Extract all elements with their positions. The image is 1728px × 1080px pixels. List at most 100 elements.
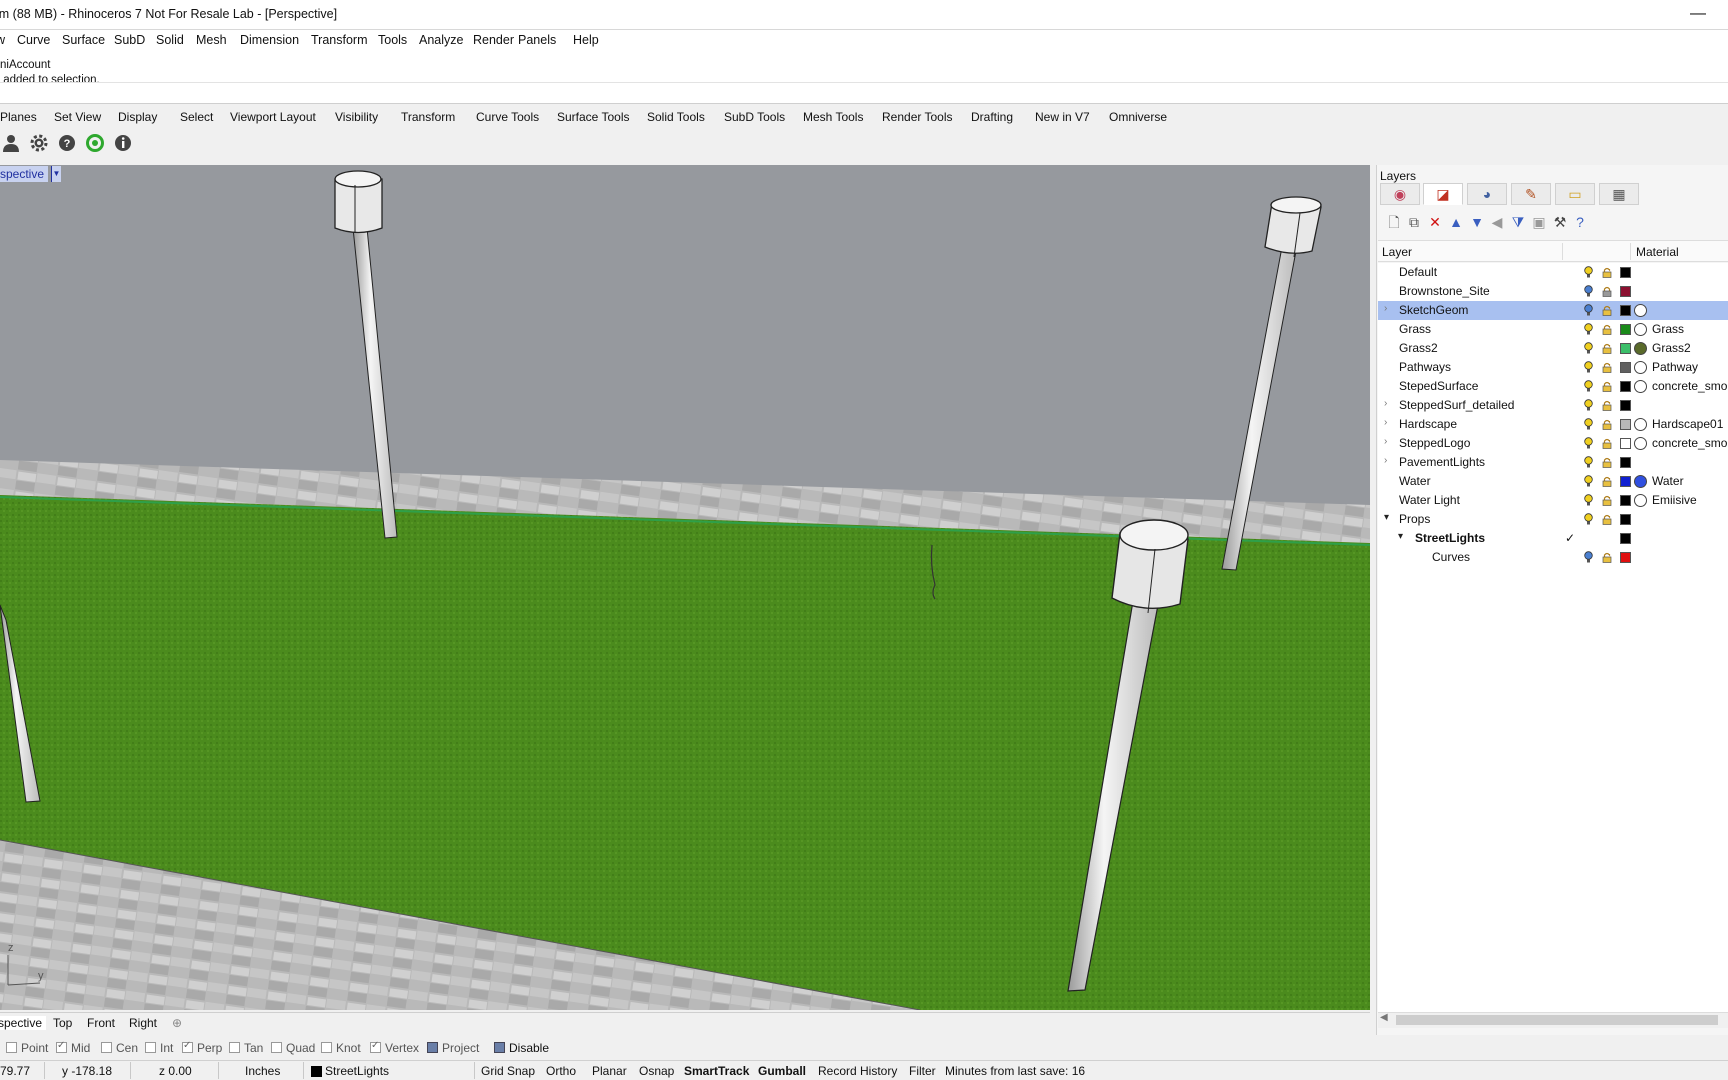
lock-icon[interactable] <box>1602 362 1612 373</box>
material-swatch-icon[interactable] <box>1634 361 1647 374</box>
menu-item[interactable]: Surface <box>62 33 105 47</box>
layer-color-swatch[interactable] <box>1620 476 1631 487</box>
layer-color-swatch[interactable] <box>1620 533 1631 544</box>
osnap-mid[interactable]: Mid <box>56 1040 90 1055</box>
material-column-header[interactable]: Material <box>1636 245 1679 259</box>
osnap-int[interactable]: Int <box>145 1041 173 1055</box>
visibility-bulb-icon[interactable] <box>1584 418 1593 431</box>
add-viewport-tab-icon[interactable]: ⊕ <box>172 1016 182 1030</box>
osnap-knot[interactable]: Knot <box>321 1041 361 1055</box>
layer-column-header[interactable]: Layer <box>1382 245 1412 259</box>
layer-color-swatch[interactable] <box>1620 514 1631 525</box>
toolbar-tab[interactable]: Solid Tools <box>647 110 705 124</box>
layer-color-swatch[interactable] <box>1620 286 1631 297</box>
gumball-toggle[interactable]: Gumball <box>758 1064 806 1078</box>
toolbar-tab[interactable]: Visibility <box>335 110 378 124</box>
expand-chevron-icon[interactable]: › <box>1384 398 1387 409</box>
lock-icon[interactable] <box>1602 514 1612 525</box>
display-icon[interactable]: ✎ <box>1511 183 1551 205</box>
osnap-toggle[interactable]: Osnap <box>639 1064 674 1078</box>
osnap-point[interactable]: Point <box>6 1041 48 1055</box>
toolbar-tab[interactable]: Surface Tools <box>557 110 630 124</box>
visibility-bulb-icon[interactable] <box>1584 456 1593 469</box>
grid-snap-toggle[interactable]: Grid Snap <box>481 1064 535 1078</box>
menu-item[interactable]: Render <box>473 33 514 47</box>
new-sublayer-icon[interactable]: ⧉ <box>1406 214 1422 230</box>
move-up-icon[interactable]: ▲ <box>1448 214 1464 230</box>
checkbox[interactable] <box>145 1042 156 1053</box>
visibility-bulb-icon[interactable] <box>1584 399 1593 412</box>
layer-color-swatch[interactable] <box>1620 381 1631 392</box>
layer-row[interactable]: ▾ StreetLights ✓ <box>1378 529 1728 548</box>
menu-item[interactable]: Dimension <box>240 33 299 47</box>
layer-row[interactable]: StepedSurface concrete_smo <box>1378 377 1728 396</box>
material-swatch-icon[interactable] <box>1634 304 1647 317</box>
visibility-bulb-icon[interactable] <box>1584 361 1593 374</box>
move-parent-icon[interactable]: ◀ <box>1489 214 1505 230</box>
lock-icon[interactable] <box>1602 267 1612 278</box>
checkbox[interactable] <box>494 1042 505 1053</box>
checkbox[interactable] <box>427 1042 438 1053</box>
material-swatch-icon[interactable] <box>1634 418 1647 431</box>
layer-color-swatch[interactable] <box>1620 267 1631 278</box>
layer-row[interactable]: Brownstone_Site <box>1378 282 1728 301</box>
filter-icon[interactable]: ⧩ <box>1510 214 1526 230</box>
toolbar-tab[interactable]: Omniverse <box>1109 110 1167 124</box>
material-swatch-icon[interactable] <box>1634 342 1647 355</box>
current-layer[interactable]: StreetLights <box>325 1064 389 1078</box>
visibility-bulb-icon[interactable] <box>1584 437 1593 450</box>
viewport-tab[interactable]: spective <box>0 1016 47 1030</box>
omniverse-live-icon[interactable] <box>84 132 106 154</box>
layer-color-swatch[interactable] <box>1620 495 1631 506</box>
toolbar-tab[interactable]: Transform <box>401 110 455 124</box>
osnap-perp[interactable]: Perp <box>182 1040 222 1055</box>
checkbox[interactable] <box>229 1042 240 1053</box>
current-layer-check-icon[interactable]: ✓ <box>1565 531 1575 545</box>
menu-item[interactable]: Panels <box>518 33 556 47</box>
visibility-bulb-icon[interactable] <box>1584 494 1593 507</box>
lock-icon[interactable] <box>1602 400 1612 411</box>
layer-color-swatch[interactable] <box>1620 305 1631 316</box>
move-down-icon[interactable]: ▼ <box>1469 214 1485 230</box>
scroll-left-icon[interactable]: ◀ <box>1380 1012 1388 1023</box>
clipboard-icon[interactable]: ▣ <box>1531 214 1547 230</box>
menu-item[interactable]: Curve <box>17 33 50 47</box>
toolbar-tab[interactable]: New in V7 <box>1035 110 1090 124</box>
menu-item[interactable]: Mesh <box>196 33 227 47</box>
viewport-tab[interactable]: Front <box>87 1016 115 1030</box>
layer-row[interactable]: Grass2 Grass2 <box>1378 339 1728 358</box>
lock-icon[interactable] <box>1602 476 1612 487</box>
lock-icon[interactable] <box>1602 457 1612 468</box>
filter-toggle[interactable]: Filter <box>909 1064 936 1078</box>
record-history-toggle[interactable]: Record History <box>818 1064 897 1078</box>
lock-icon[interactable] <box>1602 438 1612 449</box>
layer-row[interactable]: ▾ Props <box>1378 510 1728 529</box>
properties-icon[interactable]: ◉ <box>1380 183 1420 205</box>
toolbar-tab[interactable]: Display <box>118 110 157 124</box>
tools-icon[interactable]: ⚒ <box>1552 214 1568 230</box>
toolbar-tab[interactable]: Mesh Tools <box>803 110 863 124</box>
smarttrack-toggle[interactable]: SmartTrack <box>684 1064 749 1078</box>
toolbar-tab[interactable]: Set View <box>54 110 101 124</box>
menu-item[interactable]: Transform <box>311 33 368 47</box>
toolbar-tab[interactable]: Viewport Layout <box>230 110 316 124</box>
layers-icon[interactable]: ◪ <box>1423 183 1463 205</box>
osnap-vertex[interactable]: Vertex <box>370 1040 419 1055</box>
visibility-bulb-icon[interactable] <box>1584 342 1593 355</box>
user-icon[interactable] <box>0 132 22 154</box>
toolbar-tab[interactable]: Curve Tools <box>476 110 539 124</box>
new-layer-icon[interactable]: 🗋 <box>1386 214 1402 230</box>
menu-item[interactable]: w <box>0 33 5 47</box>
material-swatch-icon[interactable] <box>1634 475 1647 488</box>
checkbox[interactable] <box>271 1042 282 1053</box>
material-swatch-icon[interactable] <box>1634 437 1647 450</box>
menu-item[interactable]: Solid <box>156 33 184 47</box>
layer-color-swatch[interactable] <box>1620 400 1631 411</box>
viewport-title[interactable]: spective <box>0 166 49 182</box>
checkbox[interactable] <box>101 1042 112 1053</box>
layer-color-swatch[interactable] <box>1620 419 1631 430</box>
layer-color-swatch[interactable] <box>1620 362 1631 373</box>
expand-chevron-icon[interactable]: › <box>1384 436 1387 447</box>
libraries-icon[interactable]: ▭ <box>1555 183 1595 205</box>
help-icon[interactable]: ? <box>1572 214 1588 230</box>
